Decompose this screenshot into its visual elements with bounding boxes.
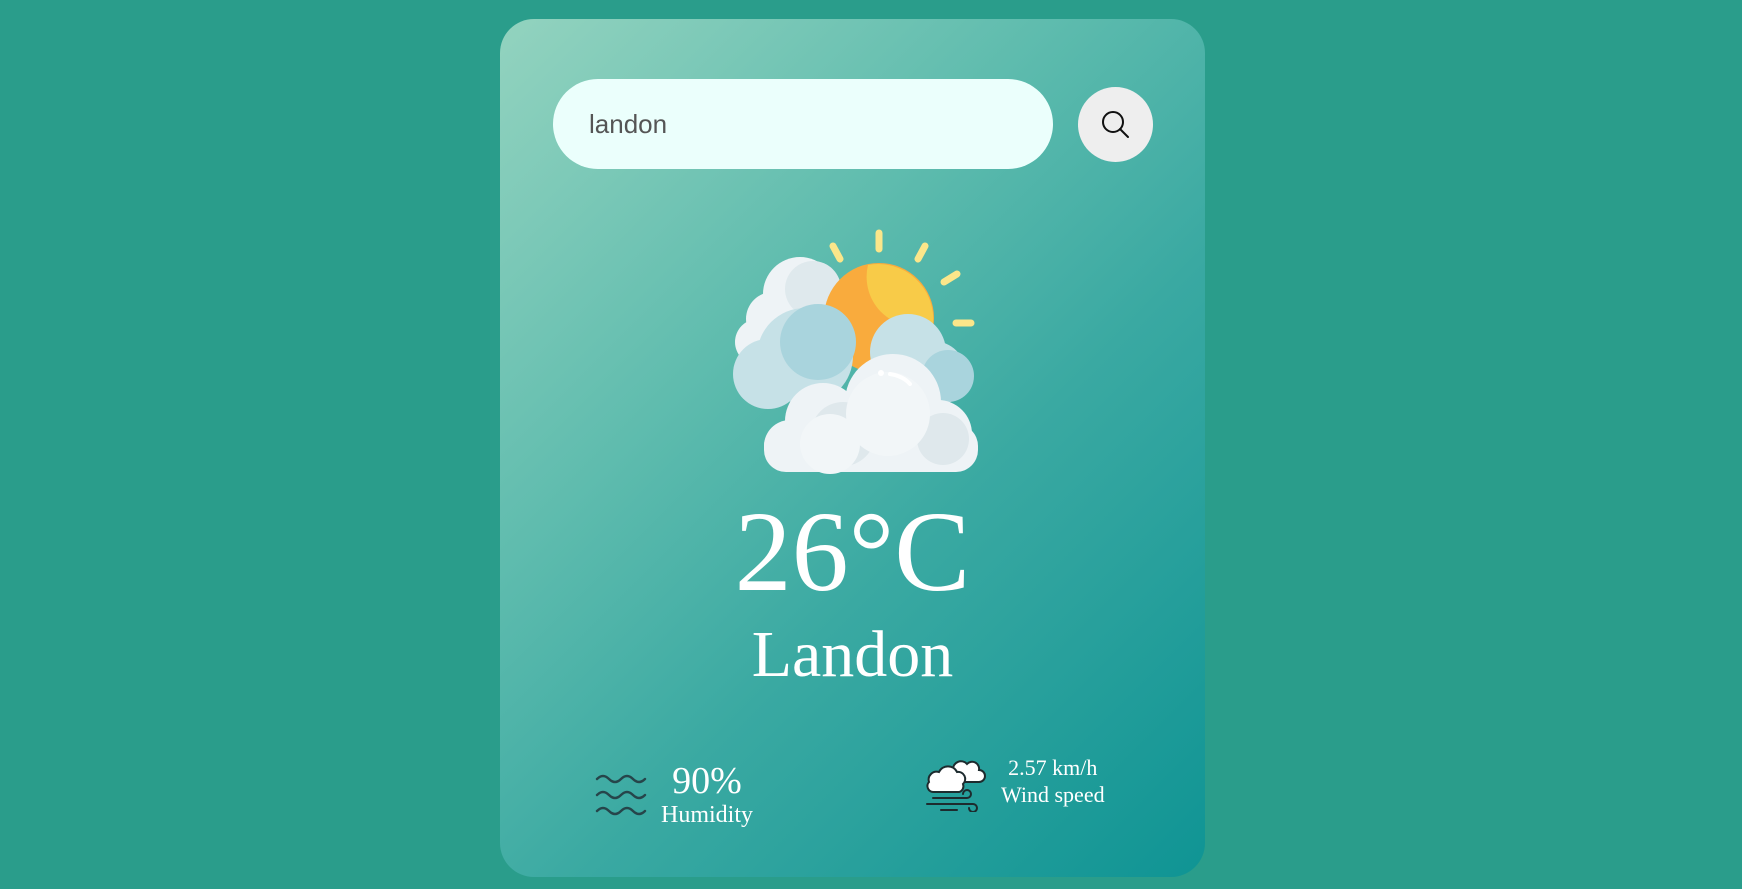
wind-cloud-icon <box>926 760 986 812</box>
search-button[interactable] <box>1078 87 1153 162</box>
wind-speed-label: Wind speed <box>1001 782 1105 807</box>
humidity-value: 90% <box>672 760 742 802</box>
humidity-panel: 90% Humidity <box>595 761 753 829</box>
humidity-label: Humidity <box>661 802 754 828</box>
wind-panel: 2.57 km/h Wind speed <box>923 750 1105 812</box>
search-bar <box>553 79 1153 169</box>
wind-speed-value: 2.57 km/h <box>1008 755 1098 780</box>
water-waves-icon <box>595 774 647 816</box>
partly-cloudy-sun-icon <box>733 229 978 474</box>
temperature: 26°C <box>734 488 971 615</box>
search-input[interactable] <box>553 79 1053 169</box>
weather-card: 26°C Landon 90% Humidity <box>500 19 1205 877</box>
city-name: Landon <box>751 618 954 691</box>
search-icon <box>1101 110 1129 138</box>
